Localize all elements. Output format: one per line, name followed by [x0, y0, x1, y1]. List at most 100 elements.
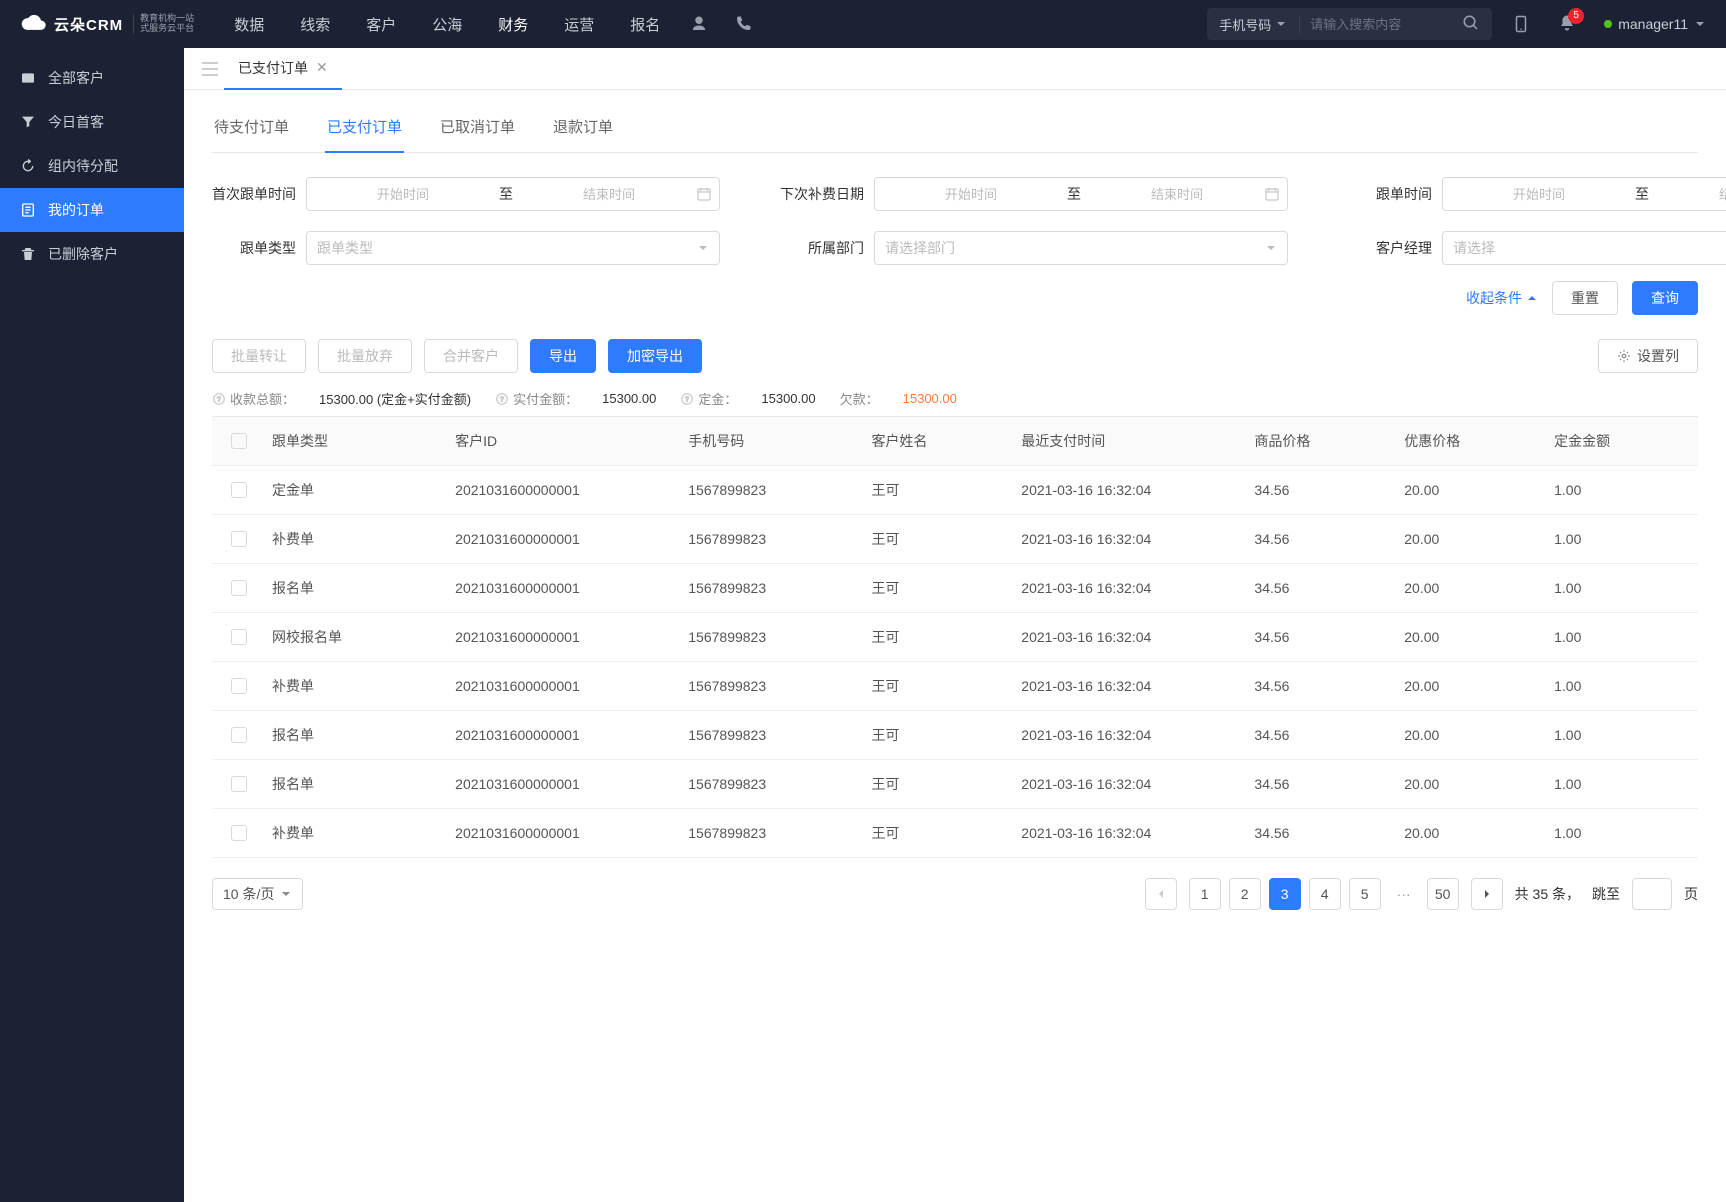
main-content: 已支付订单 ✕ 待支付订单 已支付订单 已取消订单 退款订单 首次跟单时间 — [184, 48, 1726, 1202]
prev-page-button[interactable] — [1145, 878, 1177, 910]
nav-customers[interactable]: 客户 — [366, 14, 396, 35]
nav-ops[interactable]: 运营 — [564, 14, 594, 35]
cell-name: 王可 — [865, 529, 1015, 549]
table-row[interactable]: 补费单20210316000000011567899823王可2021-03-1… — [212, 809, 1698, 858]
total-value: 15300.00 (定金+实付金额) — [319, 389, 471, 408]
filter-actions: 收起条件 重置 查询 — [212, 281, 1698, 315]
cell-phone: 1567899823 — [682, 531, 865, 547]
cell-type: 补费单 — [266, 676, 449, 696]
table-row[interactable]: 报名单20210316000000011567899823王可2021-03-1… — [212, 711, 1698, 760]
end-date-input[interactable] — [1657, 187, 1726, 202]
row-checkbox[interactable] — [231, 825, 247, 841]
user-menu[interactable]: manager11 — [1604, 16, 1706, 32]
close-icon[interactable]: ✕ — [316, 59, 328, 76]
table-row[interactable]: 报名单20210316000000011567899823王可2021-03-1… — [212, 760, 1698, 809]
manager-select[interactable]: 请选择 — [1442, 231, 1726, 265]
row-checkbox[interactable] — [231, 580, 247, 596]
start-date-input[interactable] — [883, 187, 1059, 202]
follow-type-select[interactable]: 跟单类型 — [306, 231, 720, 265]
cell-name: 王可 — [865, 823, 1015, 843]
sidebar-item-deleted[interactable]: 已删除客户 — [0, 232, 184, 276]
deposit-label: 定金： — [698, 389, 737, 408]
page-button[interactable]: 3 — [1269, 878, 1301, 910]
row-checkbox[interactable] — [231, 482, 247, 498]
page-size-select[interactable]: 10 条/页 — [212, 878, 303, 910]
merge-customer-button[interactable]: 合并客户 — [424, 339, 518, 373]
cell-price: 34.56 — [1248, 531, 1398, 547]
jump-page-input[interactable] — [1632, 878, 1672, 910]
set-columns-button[interactable]: 设置列 — [1598, 339, 1698, 373]
nav-signup[interactable]: 报名 — [630, 14, 660, 35]
export-button[interactable]: 导出 — [530, 339, 596, 373]
row-checkbox[interactable] — [231, 776, 247, 792]
sidebar-item-today-first[interactable]: 今日首客 — [0, 100, 184, 144]
table-row[interactable]: 报名单20210316000000011567899823王可2021-03-1… — [212, 564, 1698, 613]
sidebar-item-label: 全部客户 — [48, 68, 104, 88]
user-icon[interactable] — [690, 15, 708, 33]
col-name: 客户姓名 — [865, 431, 1015, 451]
row-checkbox[interactable] — [231, 629, 247, 645]
page-button[interactable]: 1 — [1189, 878, 1221, 910]
help-icon: ? — [495, 392, 509, 406]
next-page-button[interactable] — [1471, 878, 1503, 910]
deposit-value: 15300.00 — [761, 391, 815, 406]
table-row[interactable]: 补费单20210316000000011567899823王可2021-03-1… — [212, 662, 1698, 711]
start-date-input[interactable] — [1451, 187, 1627, 202]
date-range-input[interactable]: 至 — [1442, 177, 1726, 211]
query-button[interactable]: 查询 — [1632, 281, 1698, 315]
end-date-input[interactable] — [1089, 187, 1265, 202]
table-row[interactable]: 补费单20210316000000011567899823王可2021-03-1… — [212, 515, 1698, 564]
sidebar-item-all-customers[interactable]: 全部客户 — [0, 56, 184, 100]
logo[interactable]: 云朵CRM 教育机构一站式服务云平台 — [20, 13, 194, 35]
batch-transfer-button[interactable]: 批量转让 — [212, 339, 306, 373]
search-type-select[interactable]: 手机号码 — [1207, 15, 1300, 34]
row-checkbox[interactable] — [231, 531, 247, 547]
nav-finance[interactable]: 财务 — [498, 14, 528, 35]
table-row[interactable]: 定金单20210316000000011567899823王可2021-03-1… — [212, 466, 1698, 515]
search-button[interactable] — [1450, 14, 1492, 35]
page-dots: ··· — [1393, 886, 1415, 902]
search-input[interactable] — [1300, 17, 1450, 32]
sidebar-item-pending[interactable]: 组内待分配 — [0, 144, 184, 188]
sidebar-item-my-orders[interactable]: 我的订单 — [0, 188, 184, 232]
cell-deposit: 1.00 — [1548, 629, 1698, 645]
collapse-filters-link[interactable]: 收起条件 — [1466, 288, 1538, 308]
nav-sea[interactable]: 公海 — [432, 14, 462, 35]
tab-paid[interactable]: 已支付订单 — [325, 106, 404, 153]
batch-abandon-button[interactable]: 批量放弃 — [318, 339, 412, 373]
dept-select[interactable]: 请选择部门 — [874, 231, 1288, 265]
page-button[interactable]: 5 — [1349, 878, 1381, 910]
page-button[interactable]: 4 — [1309, 878, 1341, 910]
start-date-input[interactable] — [315, 187, 491, 202]
window-tab[interactable]: 已支付订单 ✕ — [224, 48, 342, 90]
row-checkbox[interactable] — [231, 678, 247, 694]
cell-time: 2021-03-16 16:32:04 — [1015, 629, 1248, 645]
encrypt-export-button[interactable]: 加密导出 — [608, 339, 702, 373]
page-button[interactable]: 2 — [1229, 878, 1261, 910]
total-text: 共 35 条， — [1515, 884, 1580, 904]
cell-deposit: 1.00 — [1548, 825, 1698, 841]
phone-icon[interactable] — [734, 15, 752, 33]
last-page-button[interactable]: 50 — [1427, 878, 1459, 910]
nav-leads[interactable]: 线索 — [300, 14, 330, 35]
svg-text:?: ? — [217, 396, 221, 403]
funnel-icon — [20, 114, 36, 130]
select-all-checkbox[interactable] — [231, 433, 247, 449]
date-range-input[interactable]: 至 — [874, 177, 1288, 211]
table-row[interactable]: 网校报名单20210316000000011567899823王可2021-03… — [212, 613, 1698, 662]
reset-button[interactable]: 重置 — [1552, 281, 1618, 315]
cell-price: 34.56 — [1248, 580, 1398, 596]
svg-text:?: ? — [500, 396, 504, 403]
menu-toggle[interactable] — [196, 55, 224, 83]
tab-cancelled[interactable]: 已取消订单 — [438, 106, 517, 152]
tab-pending-pay[interactable]: 待支付订单 — [212, 106, 291, 152]
end-date-input[interactable] — [521, 187, 697, 202]
date-range-input[interactable]: 至 — [306, 177, 720, 211]
row-checkbox[interactable] — [231, 727, 247, 743]
cell-phone: 1567899823 — [682, 678, 865, 694]
nav-data[interactable]: 数据 — [234, 14, 264, 35]
cell-name: 王可 — [865, 578, 1015, 598]
mobile-icon[interactable] — [1512, 15, 1530, 33]
tab-refund[interactable]: 退款订单 — [551, 106, 615, 152]
notifications[interactable]: 5 — [1558, 14, 1576, 35]
